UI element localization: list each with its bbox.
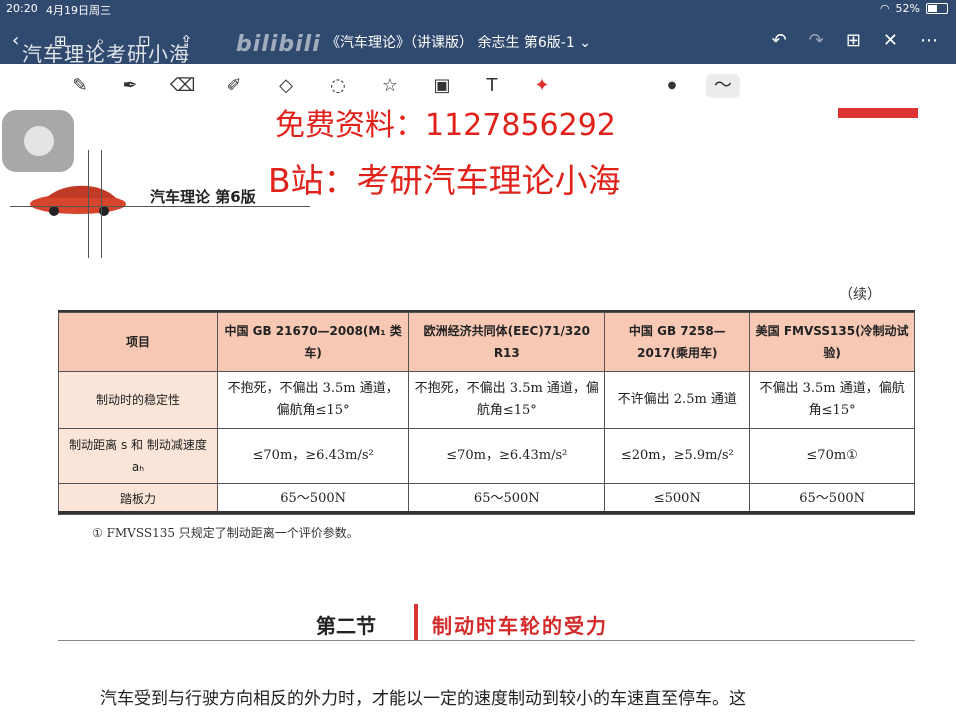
shapes-icon[interactable]: ◇ xyxy=(274,74,298,98)
table-cell: 不抱死，不偏出 3.5m 通道，偏航角≤15° xyxy=(216,371,410,429)
table-cell: 不许偏出 2.5m 通道 xyxy=(604,371,751,429)
free-material-overlay: 免费资料：1127856292 xyxy=(275,108,616,143)
table-header-row: 项目 中国 GB 21670—2008(M₁ 类车) 欧洲经济共同体(EEC)7… xyxy=(58,312,915,372)
table-cell: 65～500N xyxy=(408,483,606,515)
document-topbar: ‹ ⊞ ⌕ ⊡ ⇪ 汽车理论考研小海 bilibili 《汽车理论》（讲课版） … xyxy=(0,18,956,66)
header-rule xyxy=(10,206,310,207)
header-eec: 欧洲经济共同体(EEC)71/320 R13 xyxy=(408,312,606,372)
table-cell: ≤500N xyxy=(604,483,751,515)
undo-icon[interactable]: ↶ xyxy=(772,30,787,51)
more-icon[interactable]: ⋯ xyxy=(920,30,938,51)
header-gb21670: 中国 GB 21670—2008(M₁ 类车) xyxy=(216,312,410,372)
header-decoration xyxy=(88,150,102,258)
header-item: 项目 xyxy=(58,312,218,372)
section-rule xyxy=(58,640,915,641)
top-right-actions: ↶ ↷ ⊞ ✕ ⋯ xyxy=(772,30,938,51)
status-date: 4月19日周三 xyxy=(46,4,111,17)
battery-icon xyxy=(926,3,948,14)
table-cell: ≤70m，≥6.43m/s² xyxy=(216,428,410,484)
section-title: 制动时车轮的受力 xyxy=(432,614,608,638)
table-cell: 不偏出 3.5m 通道，偏航角≤15° xyxy=(749,371,915,429)
page-red-strip xyxy=(838,108,918,118)
table-cell: 65～500N xyxy=(216,483,410,515)
table-cell: 不抱死，不偏出 3.5m 通道，偏航角≤15° xyxy=(408,371,606,429)
assistive-touch-button[interactable] xyxy=(2,110,74,172)
close-icon[interactable]: ✕ xyxy=(883,30,898,51)
add-page-icon[interactable]: ⊞ xyxy=(846,30,861,51)
document-title[interactable]: 《汽车理论》（讲课版） 余志生 第6版-1 ⌄ xyxy=(326,32,591,52)
bilibili-overlay: B站：考研汽车理论小海 xyxy=(268,161,621,200)
table-row: 制动时的稳定性 不抱死，不偏出 3.5m 通道，偏航角≤15° 不抱死，不偏出 … xyxy=(58,371,915,429)
row-label: 制动时的稳定性 xyxy=(58,371,218,429)
row-label: 踏板力 xyxy=(58,483,218,515)
continued-label: （续） xyxy=(839,287,881,303)
textbox-icon[interactable]: T xyxy=(480,74,504,98)
wifi-icon: ◠ xyxy=(879,2,890,15)
section-accent-bar xyxy=(414,604,418,640)
lasso-icon[interactable]: ◌ xyxy=(326,74,350,98)
table-cell: ≤70m，≥6.43m/s² xyxy=(408,428,606,484)
document-page: 免费资料：1127856292 B站：考研汽车理论小海 汽车理论 第6版 （续）… xyxy=(0,108,956,720)
table-cell: 65～500N xyxy=(749,483,915,515)
braking-standards-table: 项目 中国 GB 21670—2008(M₁ 类车) 欧洲经济共同体(EEC)7… xyxy=(58,312,915,515)
table-row: 踏板力 65～500N 65～500N ≤500N 65～500N xyxy=(58,483,915,515)
uploader-watermark: 汽车理论考研小海 xyxy=(22,42,190,66)
highlighter-icon[interactable]: ✐ xyxy=(222,74,246,98)
header-fmvss: 美国 FMVSS135(冷制动试验) xyxy=(749,312,915,372)
bilibili-logo: bilibili xyxy=(236,32,321,57)
table-bottom-rule xyxy=(58,511,915,514)
header-gb7258: 中国 GB 7258—2017(乘用车) xyxy=(604,312,751,372)
line-style-icon[interactable]: 〜 xyxy=(706,74,740,98)
lasso-text-icon[interactable]: ✎ xyxy=(68,74,92,98)
battery-percent: 52% xyxy=(895,2,920,15)
row-label: 制动距离 s 和 制动减速度 aₕ xyxy=(58,428,218,484)
status-right: ◠ 52% xyxy=(880,2,948,15)
eraser-icon[interactable]: ⌫ xyxy=(170,74,195,98)
table-cell: ≤70m① xyxy=(749,428,915,484)
body-paragraph: 汽车受到与行驶方向相反的外力时，才能以一定的速度制动到较小的车速直至停车。这 xyxy=(100,689,746,709)
car-image xyxy=(30,185,126,216)
image-icon[interactable]: ▣ xyxy=(430,74,454,98)
laser-icon[interactable]: ✦ xyxy=(530,74,554,98)
back-icon[interactable]: ‹ xyxy=(12,30,19,51)
table-row: 制动距离 s 和 制动减速度 aₕ ≤70m，≥6.43m/s² ≤70m，≥6… xyxy=(58,428,915,484)
status-bar: 20:20 4月19日周三 ◠ 52% xyxy=(0,0,956,18)
status-time: 20:20 xyxy=(6,2,38,15)
section-number: 第二节 xyxy=(316,614,376,638)
redo-icon[interactable]: ↷ xyxy=(809,30,824,51)
sticker-icon[interactable]: ☆ xyxy=(378,74,402,98)
dot-size-icon[interactable]: ● xyxy=(660,74,684,98)
table-footnote: ① FMVSS135 只规定了制动距离一个评价参数。 xyxy=(92,526,359,540)
pen-icon[interactable]: ✒ xyxy=(118,74,142,98)
running-head: 汽车理论 第6版 xyxy=(150,188,256,206)
table-cell: ≤20m，≥5.9m/s² xyxy=(604,428,751,484)
